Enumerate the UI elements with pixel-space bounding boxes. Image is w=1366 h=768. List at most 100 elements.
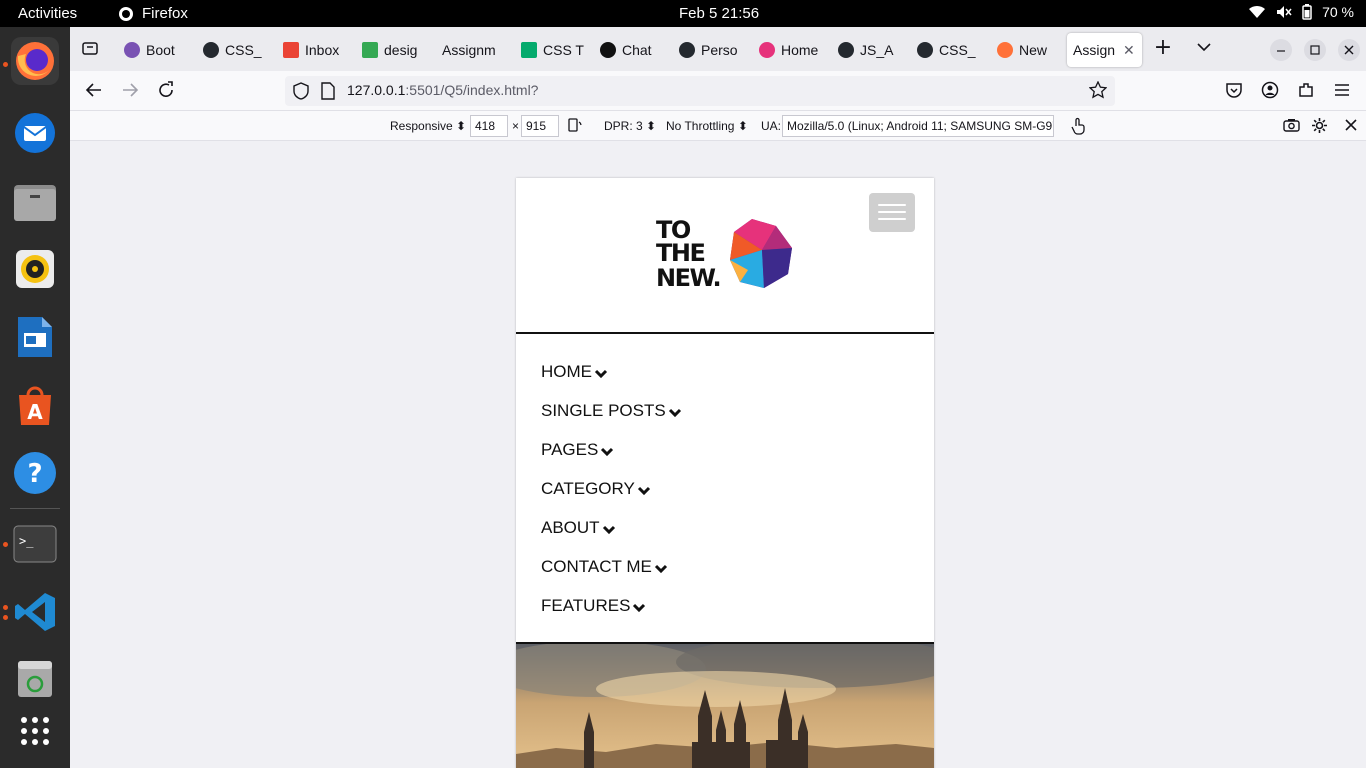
terminal-icon[interactable]: >_ xyxy=(11,520,59,568)
tab-overview-icon[interactable] xyxy=(80,39,100,59)
tab[interactable]: CSS T xyxy=(515,33,591,67)
site-logo[interactable]: TO THE NEW. xyxy=(654,216,794,292)
minimize-button[interactable] xyxy=(1270,39,1292,61)
menu-icon[interactable] xyxy=(1332,81,1352,101)
tab-favicon-icon xyxy=(124,42,140,58)
touch-simulation-icon[interactable] xyxy=(1070,117,1086,138)
menu-item-label: SINGLE POSTS xyxy=(541,401,666,420)
files-icon[interactable] xyxy=(11,177,59,225)
list-all-tabs-icon[interactable] xyxy=(1194,39,1214,59)
system-tray[interactable]: 70 % xyxy=(1248,4,1354,20)
vscode-icon[interactable] xyxy=(11,588,59,636)
new-tab-button[interactable]: + xyxy=(1153,37,1173,59)
reload-icon[interactable] xyxy=(156,81,176,101)
site-nav-menu: HOME SINGLE POSTS PAGES CATEGORY ABOUT C… xyxy=(516,334,934,644)
menu-item-about[interactable]: ABOUT xyxy=(516,518,934,557)
tab[interactable]: desig xyxy=(356,33,432,67)
back-icon[interactable] xyxy=(84,81,104,101)
close-window-button[interactable] xyxy=(1338,39,1360,61)
chevron-down-icon xyxy=(633,603,646,613)
hero-image xyxy=(516,644,934,768)
activities-button[interactable]: Activities xyxy=(18,5,77,22)
gmail-icon xyxy=(283,42,299,58)
tab[interactable]: Boot xyxy=(118,33,194,67)
menu-item-label: ABOUT xyxy=(541,518,600,537)
extensions-icon[interactable] xyxy=(1296,81,1316,101)
tab[interactable]: Inbox xyxy=(277,33,353,67)
menu-item-home[interactable]: HOME xyxy=(516,362,934,401)
tab-strip: Boot CSS_ Inbox desig Assignm CSS T Chat… xyxy=(70,27,1366,71)
url-host: 127.0.0.1 xyxy=(347,82,406,98)
maximize-button[interactable] xyxy=(1304,39,1326,61)
page-info-icon[interactable] xyxy=(320,82,336,104)
tab-label: Assignm xyxy=(442,42,496,58)
dpr-selector[interactable]: DPR: 3 ⬍ xyxy=(604,119,656,133)
tab[interactable]: CSS_ xyxy=(911,33,987,67)
writer-icon[interactable] xyxy=(11,313,59,361)
tab[interactable]: Perso xyxy=(673,33,749,67)
tab-label: CSS_ xyxy=(939,42,976,58)
nav-toolbar: 127.0.0.1:5501/Q5/index.html? xyxy=(70,71,1366,111)
app-center-icon[interactable]: A xyxy=(11,381,59,429)
trash-icon[interactable] xyxy=(11,655,59,703)
menu-item-label: HOME xyxy=(541,362,592,381)
dock: A ? >_ xyxy=(0,27,70,768)
menu-item-contact-me[interactable]: CONTACT ME xyxy=(516,557,934,596)
battery-icon xyxy=(1302,4,1312,20)
user-agent-input[interactable]: Mozilla/5.0 (Linux; Android 11; SAMSUNG … xyxy=(782,115,1054,137)
tab-label: Chat xyxy=(622,42,652,58)
show-apps-icon[interactable] xyxy=(11,707,59,755)
chevron-down-icon xyxy=(594,369,608,379)
account-icon[interactable] xyxy=(1260,81,1280,101)
tab[interactable]: Chat xyxy=(594,33,670,67)
settings-gear-icon[interactable] xyxy=(1311,117,1328,137)
device-label: Responsive xyxy=(390,119,453,133)
ua-label: UA: xyxy=(761,119,782,133)
url-bar[interactable]: 127.0.0.1:5501/Q5/index.html? xyxy=(285,76,1115,106)
bookmark-star-icon[interactable] xyxy=(1088,80,1108,103)
app-menu[interactable]: Firefox xyxy=(118,5,188,22)
thunderbird-icon[interactable] xyxy=(11,109,59,157)
tab[interactable]: CSS_ xyxy=(197,33,273,67)
tab-label: New xyxy=(1019,42,1048,58)
tab[interactable]: New xyxy=(991,33,1063,67)
tab[interactable]: Assignm xyxy=(436,33,512,67)
system-top-bar: Activities Firefox Feb 5 21:56 70 % xyxy=(0,0,1366,27)
firefox-small-icon xyxy=(119,6,133,21)
hamburger-menu-button[interactable] xyxy=(869,193,915,232)
device-selector[interactable]: Responsive ⬍ xyxy=(390,119,466,133)
throttling-label: No Throttling xyxy=(666,119,735,133)
tab-label: Boot xyxy=(146,42,175,58)
menu-item-category[interactable]: CATEGORY xyxy=(516,479,934,518)
rotate-viewport-icon[interactable] xyxy=(567,117,583,136)
menu-item-features[interactable]: FEATURES xyxy=(516,596,934,635)
github-icon xyxy=(838,42,854,58)
shield-icon[interactable] xyxy=(292,82,310,104)
menu-item-pages[interactable]: PAGES xyxy=(516,440,934,479)
svg-text:?: ? xyxy=(27,459,42,489)
url-text: 127.0.0.1:5501/Q5/index.html? xyxy=(347,82,538,98)
tab-active[interactable]: Assign ✕ xyxy=(1067,33,1142,67)
menu-item-label: PAGES xyxy=(541,440,599,459)
screenshot-icon[interactable] xyxy=(1283,117,1300,136)
pocket-icon[interactable] xyxy=(1224,81,1244,101)
firefox-icon[interactable] xyxy=(11,37,59,85)
page-viewport: TO THE NEW. HOME SINGLE POSTS PAGES CATE… xyxy=(70,141,1366,768)
close-rdm-icon[interactable] xyxy=(1343,117,1359,136)
forward-icon[interactable] xyxy=(120,81,140,101)
menu-item-single-posts[interactable]: SINGLE POSTS xyxy=(516,401,934,440)
viewport-height-input[interactable]: 915 xyxy=(521,115,559,137)
tab-label: Perso xyxy=(701,42,738,58)
viewport-width-input[interactable]: 418 xyxy=(470,115,508,137)
tab[interactable]: Home xyxy=(753,33,829,67)
rhythmbox-icon[interactable] xyxy=(11,245,59,293)
tab[interactable]: JS_A xyxy=(832,33,908,67)
tab-label: Inbox xyxy=(305,42,340,58)
tab-label: CSS_ xyxy=(225,42,262,58)
clock[interactable]: Feb 5 21:56 xyxy=(679,5,759,22)
tab-label: CSS T xyxy=(543,42,584,58)
battery-percent: 70 % xyxy=(1322,4,1354,20)
help-icon[interactable]: ? xyxy=(11,449,59,497)
close-tab-icon[interactable]: ✕ xyxy=(1123,42,1135,59)
throttling-selector[interactable]: No Throttling ⬍ xyxy=(666,119,748,133)
